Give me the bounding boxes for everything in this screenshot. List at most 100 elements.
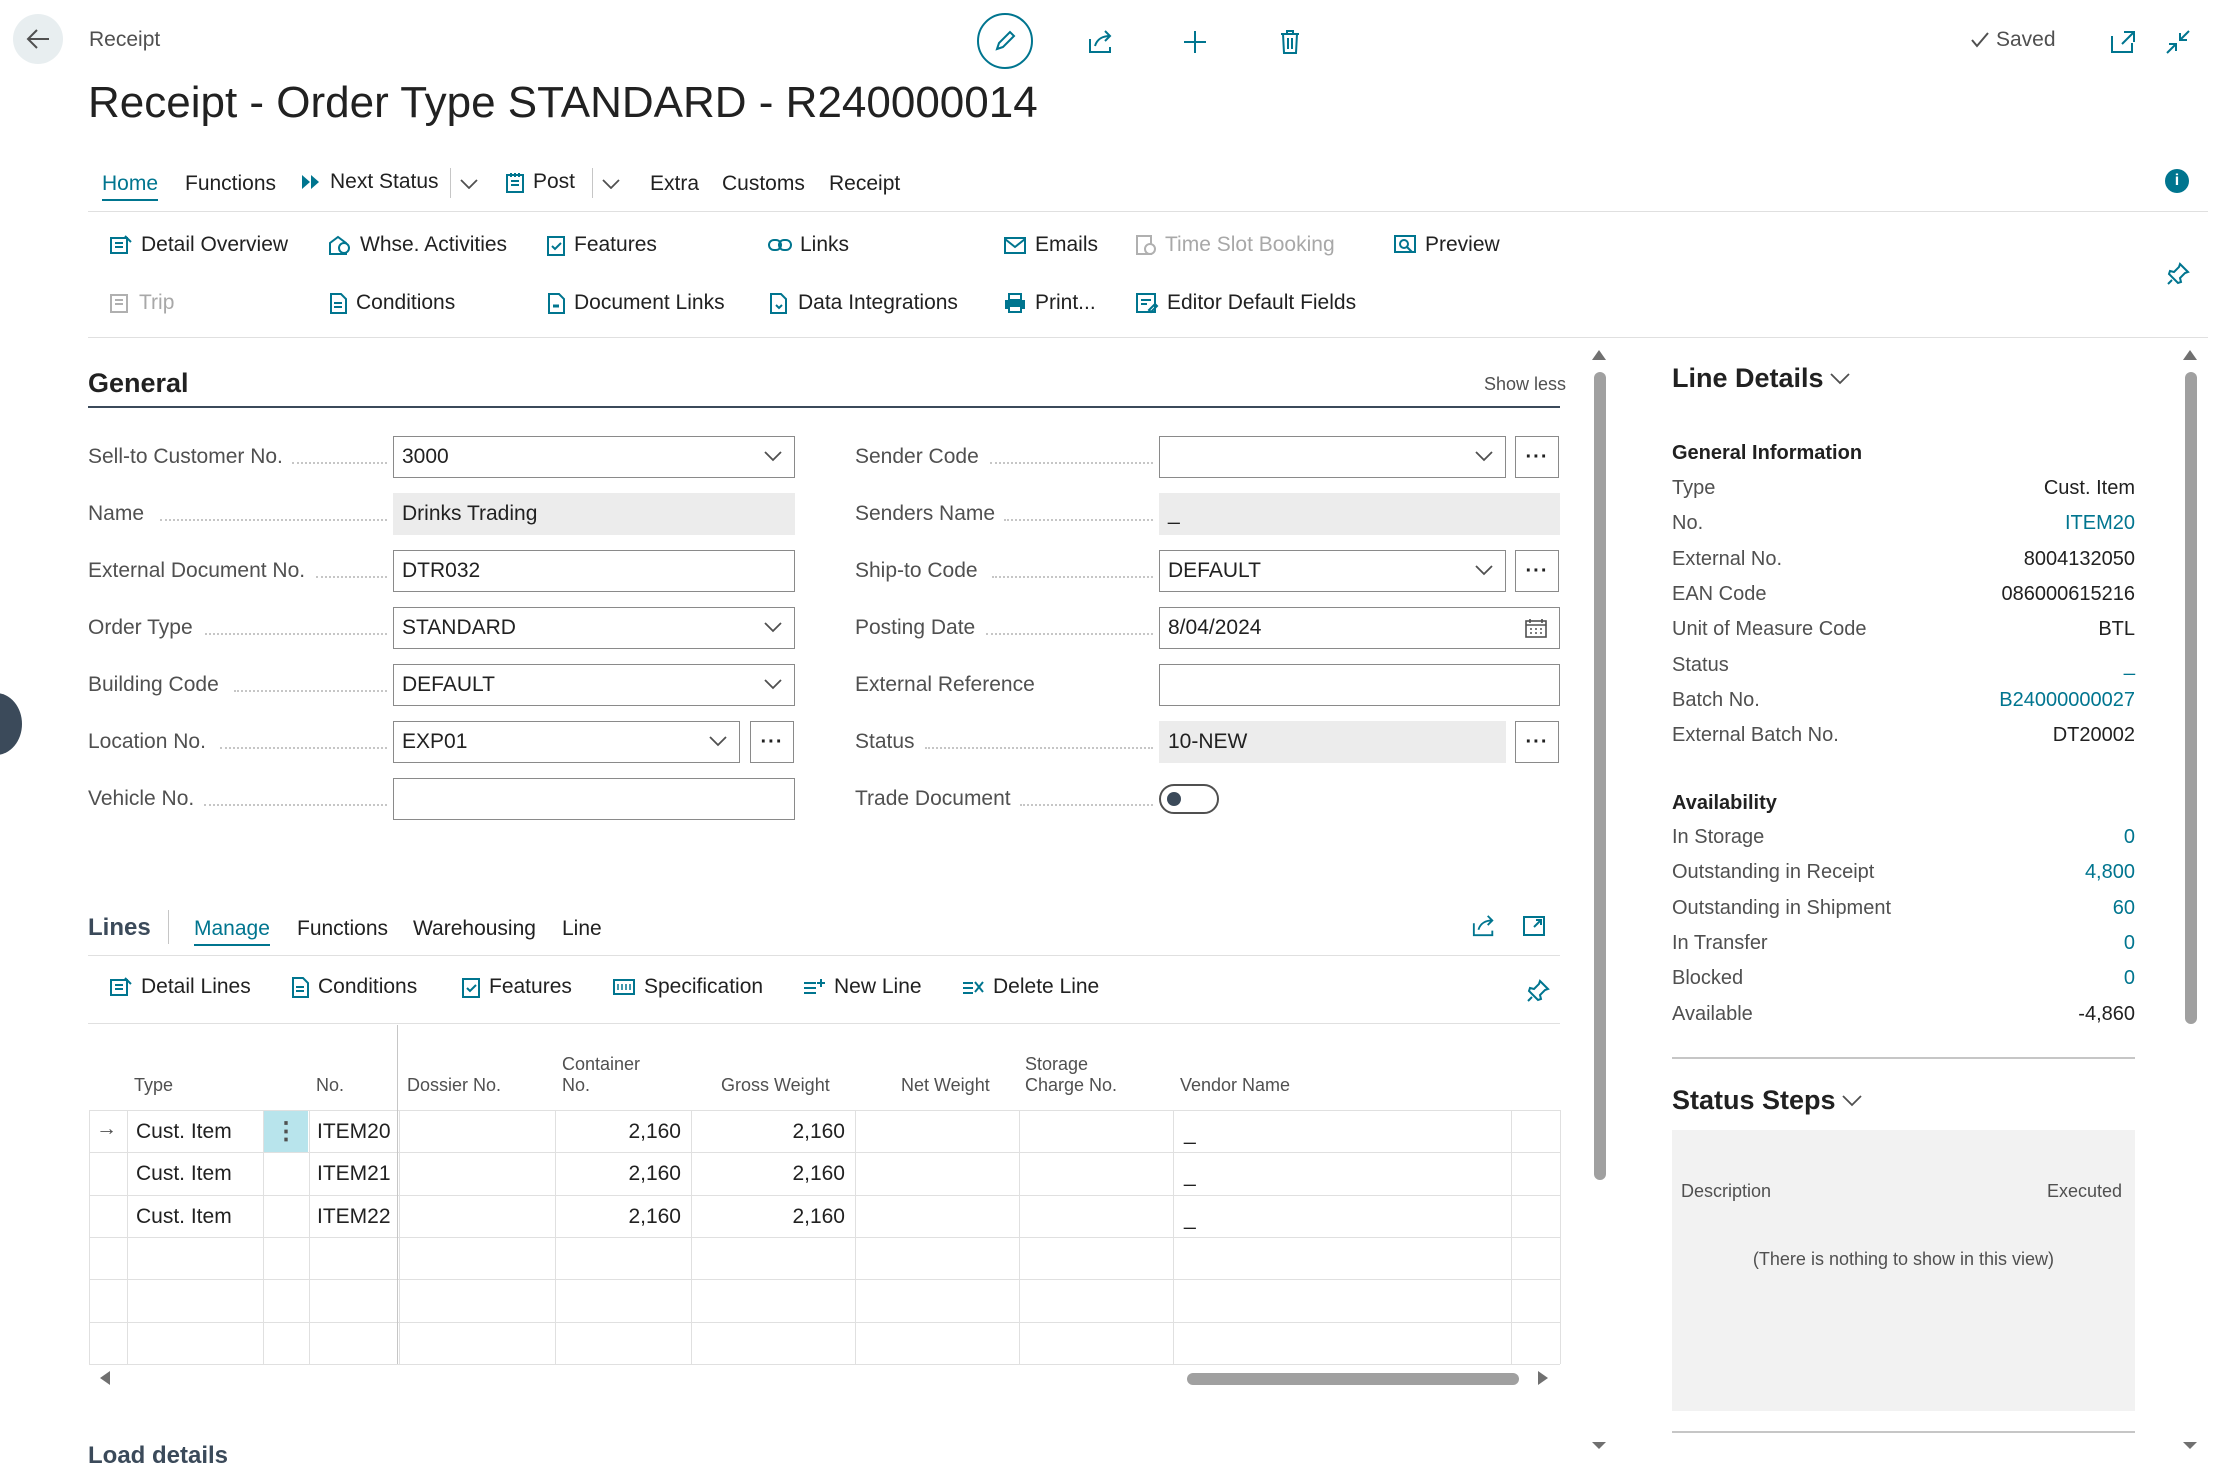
trade-document-toggle[interactable] <box>1159 784 1219 814</box>
col-header-container-no[interactable]: Container No. <box>562 1054 640 1096</box>
lines-share-button[interactable] <box>1468 910 1500 942</box>
features-action[interactable]: Features <box>546 233 657 257</box>
col-header-net-weight[interactable]: Net Weight <box>901 1075 990 1096</box>
lines-features-action[interactable]: Features <box>461 975 572 999</box>
left-edge-handle[interactable] <box>0 693 22 755</box>
order-type-field[interactable]: STANDARD <box>393 607 795 649</box>
show-less-link[interactable]: Show less <box>1484 374 1566 395</box>
print-action[interactable]: Print... <box>1003 291 1096 315</box>
general-info-value[interactable]: B24000000027 <box>1999 689 2135 712</box>
posting-date-field[interactable]: 8/04/2024 <box>1159 607 1560 649</box>
new-line-action[interactable]: New Line <box>802 975 922 999</box>
table-row-type[interactable]: Cust. Item <box>136 1162 232 1186</box>
conditions-action[interactable]: Conditions <box>328 291 455 315</box>
lines-tab-line[interactable]: Line <box>562 917 602 941</box>
table-row-gross-weight[interactable]: 2,160 <box>561 1120 681 1144</box>
preview-action[interactable]: Preview <box>1393 233 1500 257</box>
vehicle-no-field[interactable] <box>393 778 795 820</box>
table-row-gross-weight[interactable]: 2,160 <box>561 1205 681 1229</box>
factbox-scroll-up[interactable] <box>2183 350 2197 360</box>
new-button[interactable] <box>1177 24 1213 60</box>
table-row-type[interactable]: Cust. Item <box>136 1120 232 1144</box>
lines-conditions-action[interactable]: Conditions <box>290 975 417 999</box>
table-row-vendor-name[interactable]: _ <box>1184 1207 1196 1231</box>
trip-action[interactable]: Trip <box>109 291 174 315</box>
tab-next-status[interactable]: Next Status <box>300 170 439 194</box>
scroll-right-arrow[interactable] <box>1538 1371 1548 1385</box>
detail-lines-action[interactable]: Detail Lines <box>109 975 251 999</box>
table-row-vendor-name[interactable]: _ <box>1184 1122 1196 1146</box>
info-button[interactable]: i <box>2165 169 2189 193</box>
availability-value[interactable]: 0 <box>2124 967 2135 990</box>
specification-action[interactable]: Specification <box>612 975 763 999</box>
tab-post[interactable]: Post <box>505 170 575 194</box>
share-button[interactable] <box>1083 24 1119 60</box>
table-row-net-weight[interactable]: 2,160 <box>725 1120 845 1144</box>
lines-tab-functions[interactable]: Functions <box>297 917 388 941</box>
table-row-no[interactable]: ITEM20 <box>317 1120 391 1144</box>
main-scroll-down[interactable] <box>1592 1442 1606 1449</box>
emails-action[interactable]: Emails <box>1003 233 1098 257</box>
factbox-scroll-down[interactable] <box>2183 1442 2197 1449</box>
col-header-dossier-no[interactable]: Dossier No. <box>407 1075 501 1096</box>
main-vertical-scrollbar-thumb[interactable] <box>1594 372 1606 1180</box>
location-no-field[interactable]: EXP01 <box>393 721 740 763</box>
chevron-down-icon[interactable] <box>764 449 782 463</box>
detail-overview-action[interactable]: Detail Overview <box>109 233 288 257</box>
table-row-no[interactable]: ITEM22 <box>317 1205 391 1229</box>
table-row-net-weight[interactable]: 2,160 <box>725 1205 845 1229</box>
post-dropdown[interactable] <box>598 172 624 196</box>
main-scroll-up[interactable] <box>1592 350 1606 360</box>
chevron-down-icon[interactable] <box>764 620 782 634</box>
lines-expand-button[interactable] <box>1518 910 1550 942</box>
edit-button[interactable] <box>977 13 1033 69</box>
document-links-action[interactable]: Document Links <box>546 291 725 315</box>
editor-default-fields-action[interactable]: Editor Default Fields <box>1135 291 1356 315</box>
sender-code-field[interactable] <box>1159 436 1506 478</box>
open-new-window-button[interactable] <box>2105 24 2141 60</box>
lines-tab-warehousing[interactable]: Warehousing <box>413 917 536 941</box>
col-header-vendor-name[interactable]: Vendor Name <box>1180 1075 1290 1096</box>
tab-home[interactable]: Home <box>102 172 159 201</box>
lines-tab-manage[interactable]: Manage <box>194 917 270 946</box>
col-header-gross-weight[interactable]: Gross Weight <box>721 1075 830 1096</box>
tab-customs[interactable]: Customs <box>722 172 805 196</box>
table-row-net-weight[interactable]: 2,160 <box>725 1162 845 1186</box>
tab-extra[interactable]: Extra <box>650 172 699 196</box>
col-header-type[interactable]: Type <box>134 1075 173 1096</box>
line-details-header[interactable]: Line Details <box>1672 363 1850 394</box>
pin-actions-button[interactable] <box>2164 260 2192 288</box>
availability-value[interactable]: 60 <box>2113 897 2135 920</box>
table-row-gross-weight[interactable]: 2,160 <box>561 1162 681 1186</box>
tab-receipt[interactable]: Receipt <box>829 172 900 196</box>
col-header-no[interactable]: No. <box>316 1075 344 1096</box>
location-no-lookup-button[interactable]: ··· <box>750 721 794 763</box>
next-status-dropdown[interactable] <box>456 172 482 196</box>
factbox-vertical-scrollbar-thumb[interactable] <box>2185 372 2197 1024</box>
tab-functions[interactable]: Functions <box>185 172 276 196</box>
status-steps-col-executed[interactable]: Executed <box>2047 1181 2122 1202</box>
table-row-vendor-name[interactable]: _ <box>1184 1164 1196 1188</box>
data-integrations-action[interactable]: Data Integrations <box>768 291 958 315</box>
availability-value[interactable]: 0 <box>2124 826 2135 849</box>
horizontal-scrollbar-thumb[interactable] <box>1187 1373 1519 1385</box>
row-actions-button[interactable]: ⋮ <box>264 1111 308 1152</box>
calendar-icon[interactable] <box>1525 618 1547 638</box>
general-info-value[interactable]: _ <box>2124 654 2135 677</box>
table-row-no[interactable]: ITEM21 <box>317 1162 391 1186</box>
availability-value[interactable]: 0 <box>2124 932 2135 955</box>
building-code-field[interactable]: DEFAULT <box>393 664 795 706</box>
ship-to-code-field[interactable]: DEFAULT <box>1159 550 1506 592</box>
collapse-button[interactable] <box>2160 24 2196 60</box>
ship-to-code-lookup-button[interactable]: ··· <box>1515 550 1559 592</box>
sender-code-lookup-button[interactable]: ··· <box>1515 436 1559 478</box>
links-action[interactable]: Links <box>768 233 849 257</box>
chevron-down-icon[interactable] <box>764 677 782 691</box>
chevron-down-icon[interactable] <box>709 734 727 748</box>
availability-value[interactable]: 4,800 <box>2085 861 2135 884</box>
delete-line-action[interactable]: Delete Line <box>961 975 1099 999</box>
table-row-type[interactable]: Cust. Item <box>136 1205 232 1229</box>
back-button[interactable] <box>13 14 63 64</box>
col-header-storage-charge-no[interactable]: Storage Charge No. <box>1025 1054 1117 1096</box>
status-lookup-button[interactable]: ··· <box>1515 721 1559 763</box>
